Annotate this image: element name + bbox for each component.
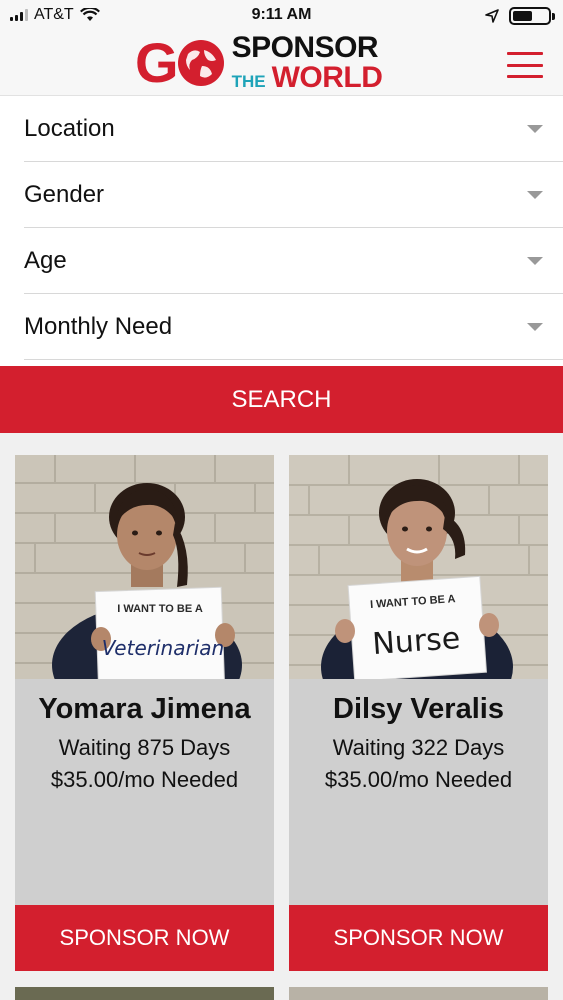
sponsor-now-button[interactable]: SPONSOR NOW <box>15 905 274 971</box>
child-card[interactable]: I WANT TO BE A Nurse Dilsy Veralis Waiti… <box>289 455 548 971</box>
logo-go: G <box>135 35 224 91</box>
filter-location[interactable]: Location <box>24 96 563 162</box>
status-left: AT&T <box>10 6 100 24</box>
child-photo[interactable]: I WANT TO BE A Veterinarian <box>15 455 274 679</box>
caret-down-icon <box>527 322 543 331</box>
child-name: Dilsy Veralis <box>333 693 504 725</box>
filter-age[interactable]: Age <box>24 228 563 294</box>
sign-text: Veterinarian <box>102 636 224 660</box>
signal-icon <box>10 9 28 21</box>
child-monthly-need: $35.00/mo Needed <box>324 767 513 792</box>
filter-gender[interactable]: Gender <box>24 162 563 228</box>
globe-icon <box>177 40 224 86</box>
hamburger-icon[interactable] <box>507 52 543 78</box>
next-child-photo-peek <box>15 987 274 1000</box>
sign-heading: I WANT TO BE A <box>117 603 203 615</box>
filter-monthly-need[interactable]: Monthly Need <box>24 294 563 360</box>
logo-g: G <box>135 31 179 94</box>
caret-down-icon <box>527 190 543 199</box>
wifi-icon <box>79 8 100 21</box>
filter-label: Monthly Need <box>24 312 173 340</box>
battery-level <box>513 11 532 21</box>
filter-list: Location Gender Age Monthly Need <box>24 96 563 360</box>
logo-world: WORLD <box>271 61 383 94</box>
battery-icon <box>509 7 555 25</box>
go-sponsor-the-world-logo[interactable]: G SPONSOR THE WORLD <box>135 33 435 93</box>
sign-text: Nurse <box>371 621 461 662</box>
filter-label: Age <box>24 246 67 274</box>
search-button[interactable]: SEARCH <box>0 366 563 433</box>
site-header: G SPONSOR THE WORLD <box>0 32 563 96</box>
filter-label: Location <box>24 114 115 142</box>
next-child-photo-peek <box>289 987 548 1000</box>
logo-the: THE <box>231 72 266 91</box>
child-waiting-days: Waiting 875 Days <box>58 735 231 760</box>
child-waiting-days: Waiting 322 Days <box>332 735 505 760</box>
caret-down-icon <box>527 124 543 133</box>
status-right <box>485 7 555 25</box>
logo-sponsor: SPONSOR <box>231 31 379 64</box>
child-photo[interactable]: I WANT TO BE A Nurse <box>289 455 548 679</box>
logo-bottom-line: THE WORLD <box>232 63 383 93</box>
child-card[interactable]: I WANT TO BE A Veterinarian Yomara Jimen… <box>15 455 274 971</box>
logo-words: SPONSOR THE WORLD <box>232 33 383 93</box>
carrier-label: AT&T <box>34 6 74 23</box>
filter-label: Gender <box>24 180 105 208</box>
sponsor-now-button[interactable]: SPONSOR NOW <box>289 905 548 971</box>
location-arrow-icon <box>485 9 499 23</box>
child-name: Yomara Jimena <box>38 693 251 725</box>
child-results: I WANT TO BE A Veterinarian Yomara Jimen… <box>0 433 563 1000</box>
caret-down-icon <box>527 256 543 265</box>
child-monthly-need: $35.00/mo Needed <box>50 767 239 792</box>
status-bar: AT&T 9:11 AM <box>0 0 563 32</box>
